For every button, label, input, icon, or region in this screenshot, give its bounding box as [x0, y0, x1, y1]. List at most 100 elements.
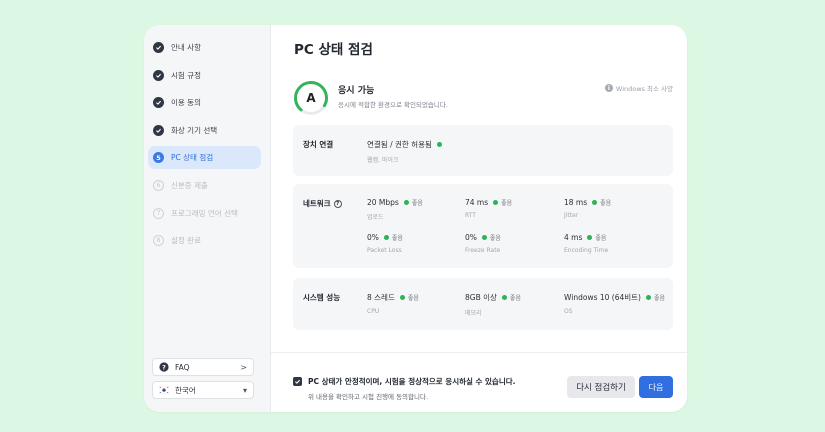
metric-name: 메모리 — [465, 310, 482, 317]
metric-value: 20 Mbps — [367, 198, 399, 207]
metric-status: 좋음 — [391, 235, 403, 242]
step-device-select[interactable]: 화상 기기 선택 — [148, 119, 261, 142]
step-exam-rules[interactable]: 시험 규정 — [148, 64, 261, 87]
grade-letter: A — [306, 91, 316, 105]
check-circle-icon — [153, 69, 164, 81]
metric-status: 좋음 — [600, 200, 612, 207]
check-circle-icon — [153, 124, 164, 136]
metric-value: 18 ms — [564, 198, 588, 207]
requirements-link[interactable]: i Windows 최소 사양 — [604, 83, 673, 93]
chevron-down-icon: ▾ — [242, 385, 247, 395]
status-dot — [383, 235, 389, 240]
check-circle-icon — [153, 42, 164, 53]
status-dot — [403, 200, 409, 205]
device-status: 연결됨 / 권한 허용됨 웹캠, 마이크 — [367, 139, 445, 164]
status-description: 응시에 적합한 환경으로 확인되었습니다. — [338, 101, 448, 109]
language-label: 한국어 — [175, 385, 196, 395]
step-number-badge: 8 — [153, 235, 164, 247]
step-label: 화상 기기 선택 — [171, 125, 218, 135]
agreement-sub: 위 내용을 확인하고 시험 진행에 동의합니다. — [308, 393, 429, 401]
metric-name: Freeze Rate — [465, 247, 501, 254]
requirements-label: Windows 최소 사양 — [615, 85, 673, 93]
grade-indicator: A — [293, 80, 329, 116]
status-dot — [481, 235, 487, 240]
system-metric-memory: 8GB 이상 좋음 메모리 — [465, 292, 521, 317]
network-label-text: 네트워크 — [303, 199, 331, 208]
step-language-select: 7 프로그래밍 언어 선택 — [148, 202, 261, 225]
agreement: PC 상태가 안정적이며, 시험을 정상적으로 응시하실 수 있습니다. 위 내… — [293, 376, 515, 401]
metric-value: 8 스레드 — [367, 293, 395, 302]
step-label: 프로그래밍 언어 선택 — [171, 208, 238, 218]
step-label: 설정 완료 — [171, 236, 201, 246]
metric-name: OS — [564, 308, 573, 315]
step-notice[interactable]: 안내 사항 — [148, 36, 261, 59]
step-id-submit: 6 신분증 제출 — [148, 174, 261, 197]
metric-value: 4 ms — [564, 233, 583, 242]
metric-value: Windows 10 (64비트) — [564, 293, 641, 302]
faq-label: FAQ — [175, 362, 190, 372]
metric-status: 좋음 — [489, 235, 501, 242]
device-label: 장치 연결 — [303, 139, 333, 150]
agreement-text: PC 상태가 안정적이며, 시험을 정상적으로 응시하실 수 있습니다. 위 내… — [308, 376, 515, 401]
next-button[interactable]: 다음 — [639, 376, 673, 398]
network-metric-upload: 20 Mbps 좋음 업로드 — [367, 198, 423, 221]
chevron-right-icon: > — [240, 362, 247, 372]
metric-status: 좋음 — [595, 235, 607, 242]
network-panel: 네트워크 ? 20 Mbps 좋음 업로드 74 ms 좋음 RTT 18 ms 좋음… — [293, 184, 673, 268]
agreement-main: PC 상태가 안정적이며, 시험을 정상적으로 응시하실 수 있습니다. — [308, 377, 516, 386]
help-icon[interactable]: ? — [333, 199, 342, 208]
device-label-text: 장치 연결 — [303, 140, 334, 149]
metric-status: 좋음 — [654, 295, 666, 302]
status-dot — [501, 295, 507, 300]
network-metric-rtt: 74 ms 좋음 RTT — [465, 198, 512, 219]
check-circle-icon — [153, 97, 164, 109]
step-label: 시험 규정 — [171, 70, 201, 80]
step-list: 안내 사항 시험 규정 이용 동의 화상 기기 선택 5 PC 상태 점검 6 … — [148, 36, 261, 257]
step-pc-check[interactable]: 5 PC 상태 점검 — [148, 146, 261, 170]
metric-status: 좋음 — [411, 200, 423, 207]
metric-name: Packet Loss — [367, 247, 402, 254]
system-label: 시스템 성능 — [303, 292, 340, 303]
main-content: PC 상태 점검 A 응시 가능 응시에 적합한 환경으로 확인되었습니다. i… — [271, 25, 687, 412]
system-label-text: 시스템 성능 — [303, 293, 341, 302]
metric-status: 좋음 — [501, 200, 513, 207]
step-label: PC 상태 점검 — [171, 153, 214, 163]
device-sub: 웹캠, 마이크 — [367, 157, 399, 164]
language-select[interactable]: 한국어 ▾ — [152, 381, 254, 399]
metric-value: 0% — [367, 233, 379, 242]
korea-flag-icon — [159, 385, 169, 395]
status-dot — [587, 235, 593, 240]
step-number-badge: 6 — [153, 179, 164, 191]
metric-name: CPU — [367, 308, 380, 315]
system-panel: 시스템 성능 8 스레드 좋음 CPU 8GB 이상 좋음 메모리 Windows … — [293, 278, 673, 330]
step-label: 신분증 제출 — [171, 180, 208, 190]
metric-name: RTT — [465, 212, 476, 219]
sidebar: 안내 사항 시험 규정 이용 동의 화상 기기 선택 5 PC 상태 점검 6 … — [144, 25, 271, 412]
footer-divider — [271, 352, 687, 353]
status-dot — [399, 295, 405, 300]
metric-name: 업로드 — [367, 214, 384, 221]
network-metric-jitter: 18 ms 좋음 Jitter — [564, 198, 611, 219]
exam-setup-card: 안내 사항 시험 규정 이용 동의 화상 기기 선택 5 PC 상태 점검 6 … — [144, 25, 687, 412]
metric-name: Jitter — [564, 212, 579, 219]
network-metric-encoding-time: 4 ms 좋음 Encoding Time — [564, 233, 608, 254]
step-consent[interactable]: 이용 동의 — [148, 91, 261, 114]
metric-status: 좋음 — [407, 295, 419, 302]
metric-name: Encoding Time — [564, 247, 609, 254]
system-metric-cpu: 8 스레드 좋음 CPU — [367, 292, 419, 315]
step-number-badge: 5 — [153, 152, 164, 164]
metric-value: 8GB 이상 — [465, 293, 497, 302]
step-number-badge: 7 — [153, 207, 164, 219]
info-icon: i — [604, 84, 613, 92]
step-label: 이용 동의 — [171, 98, 201, 108]
metric-value: 74 ms — [465, 198, 489, 207]
svg-text:?: ? — [162, 363, 166, 371]
network-metric-freeze-rate: 0% 좋음 Freeze Rate — [465, 233, 501, 254]
status-dot — [592, 200, 598, 205]
device-value: 연결됨 / 권한 허용됨 — [367, 140, 432, 149]
recheck-button[interactable]: 다시 점검하기 — [567, 376, 635, 398]
agree-checkbox[interactable] — [293, 377, 302, 386]
question-circle-icon: ? — [159, 362, 169, 372]
faq-button[interactable]: ? FAQ > — [152, 358, 254, 376]
status-title: 응시 가능 — [338, 86, 375, 96]
